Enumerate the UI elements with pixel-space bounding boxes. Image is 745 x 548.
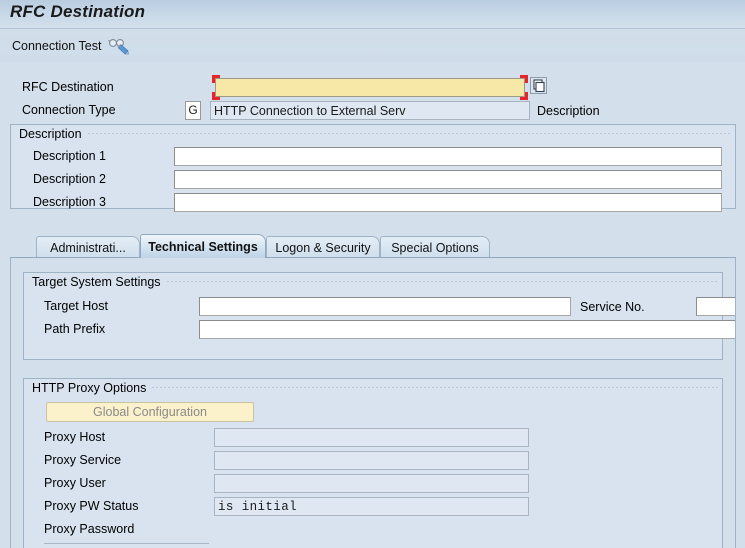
proxy-user-row: Proxy User <box>44 476 106 490</box>
glasses-pencil-icon[interactable] <box>108 37 130 55</box>
connection-test-label: Connection Test <box>12 39 102 53</box>
focus-corner-top-left <box>212 75 220 83</box>
description-1-row: Description 1 <box>33 149 173 163</box>
proxy-host-row: Proxy Host <box>44 430 105 444</box>
target-host-row: Target Host <box>44 299 108 313</box>
description-2-input[interactable] <box>174 170 722 189</box>
tab-strip: Administrati... Technical Settings Logon… <box>10 234 736 259</box>
description-3-input[interactable] <box>174 193 722 212</box>
proxy-service-input[interactable] <box>214 451 529 470</box>
description-3-row: Description 3 <box>33 195 173 209</box>
group-header-rule <box>87 133 731 134</box>
rfc-destination-input[interactable] <box>215 78 525 97</box>
application-toolbar: Connection Test <box>0 29 745 63</box>
proxy-password-row: Proxy Password <box>44 522 134 536</box>
http-proxy-options-title: HTTP Proxy Options <box>24 378 153 397</box>
technical-settings-panel: Target System Settings Target Host Servi… <box>10 258 736 548</box>
proxy-password-label: Proxy Password <box>44 522 135 536</box>
focus-corner-top-right <box>520 75 528 83</box>
rfc-destination-focus-frame <box>212 75 528 100</box>
description-2-row: Description 2 <box>33 172 173 186</box>
target-system-settings-group: Target System Settings Target Host Servi… <box>23 272 735 360</box>
http-proxy-options-group: HTTP Proxy Options Global Configuration … <box>23 378 723 548</box>
sap-rfc-destination-window: RFC Destination Connection Test RFC Dest… <box>0 0 745 548</box>
target-system-settings-header: Target System Settings <box>24 272 722 291</box>
connection-test-button[interactable]: Connection Test <box>8 35 134 57</box>
description-1-input[interactable] <box>174 147 722 166</box>
path-prefix-label: Path Prefix <box>44 322 106 336</box>
description-group-title: Description <box>11 124 88 143</box>
description-column-label: Description <box>537 104 600 118</box>
http-proxy-options-header: HTTP Proxy Options <box>24 378 722 397</box>
tab-special-options[interactable]: Special Options <box>380 236 490 258</box>
window-title-bar: RFC Destination <box>0 0 745 29</box>
connection-type-text <box>210 101 530 120</box>
target-host-label: Target Host <box>44 299 108 313</box>
global-configuration-button[interactable]: Global Configuration <box>46 402 254 422</box>
rfc-destination-row: RFC Destination <box>22 80 182 94</box>
connection-type-label: Connection Type <box>22 103 116 117</box>
proxy-host-label: Proxy Host <box>44 430 106 444</box>
target-host-input[interactable] <box>199 297 571 316</box>
group-header-rule <box>152 387 718 388</box>
description-2-label: Description 2 <box>33 172 106 186</box>
connection-type-code[interactable]: G <box>185 101 201 120</box>
description-group-header: Description <box>11 124 735 143</box>
rfc-destination-label: RFC Destination <box>22 80 114 94</box>
description-1-label: Description 1 <box>33 149 106 163</box>
focus-corner-bottom-right <box>520 92 528 100</box>
proxy-pw-status-label: Proxy PW Status <box>44 499 139 513</box>
focus-corner-bottom-left <box>212 92 220 100</box>
path-prefix-row: Path Prefix <box>44 322 105 336</box>
connection-type-row: Connection Type <box>22 103 182 117</box>
proxy-user-input[interactable] <box>214 474 529 493</box>
main-content: RFC Destination Connection Type G Descri… <box>0 62 745 548</box>
proxy-host-input[interactable] <box>214 428 529 447</box>
target-system-settings-title: Target System Settings <box>24 272 167 291</box>
tab-logon-security[interactable]: Logon & Security <box>266 236 380 258</box>
tab-technical-settings[interactable]: Technical Settings <box>140 234 266 258</box>
service-no-label: Service No. <box>580 300 645 314</box>
proxy-service-row: Proxy Service <box>44 453 121 467</box>
service-no-input[interactable] <box>696 297 735 316</box>
description-3-label: Description 3 <box>33 195 106 209</box>
page-title: RFC Destination <box>10 2 146 21</box>
tab-administration[interactable]: Administrati... <box>36 236 140 258</box>
group-header-rule <box>166 281 718 282</box>
proxy-user-label: Proxy User <box>44 476 106 490</box>
proxy-password-underline <box>44 543 209 544</box>
multiple-selection-icon[interactable] <box>530 77 547 94</box>
proxy-pw-status-row: Proxy PW Status <box>44 499 138 513</box>
path-prefix-input[interactable] <box>199 320 735 339</box>
proxy-pw-status-value <box>214 497 529 516</box>
proxy-service-label: Proxy Service <box>44 453 122 467</box>
description-group: Description Description 1 Description 2 … <box>10 124 736 212</box>
